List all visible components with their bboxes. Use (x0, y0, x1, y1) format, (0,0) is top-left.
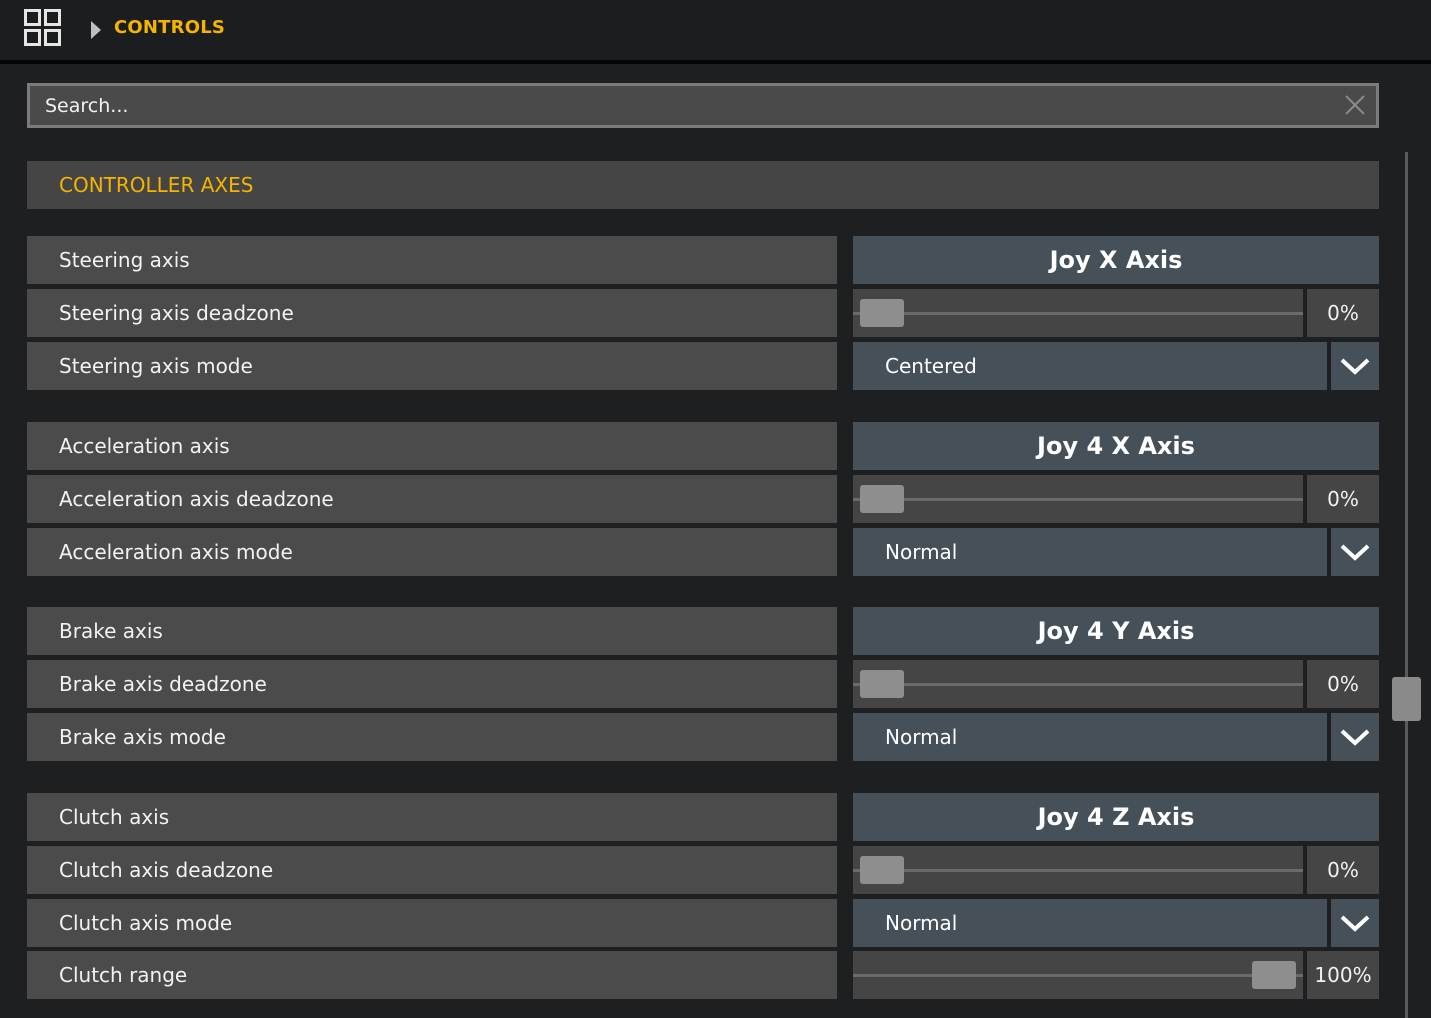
clutch-axis-row: Clutch axis (27, 793, 837, 841)
acceleration-mode-dropdown[interactable]: Normal (853, 528, 1327, 576)
slider-thumb[interactable] (860, 670, 904, 698)
steering-deadzone-slider[interactable] (853, 289, 1303, 337)
row-label: Steering axis deadzone (59, 301, 294, 325)
chevron-down-icon (1340, 358, 1370, 375)
brake-mode-dropdown-toggle[interactable] (1331, 713, 1379, 761)
caret-right-icon (91, 21, 101, 39)
header-divider (0, 60, 1431, 64)
brake-mode-row: Brake axis mode (27, 713, 837, 761)
clutch-mode-row: Clutch axis mode (27, 899, 837, 947)
clutch-deadzone-value: 0% (1307, 846, 1379, 894)
close-icon[interactable] (1344, 94, 1366, 116)
clutch-axis-binding-button[interactable]: Joy 4 Z Axis (853, 793, 1379, 841)
row-label: Acceleration axis mode (59, 540, 293, 564)
row-label: Steering axis mode (59, 354, 253, 378)
section-header: CONTROLLER AXES (27, 161, 1379, 209)
acceleration-deadzone-slider[interactable] (853, 475, 1303, 523)
slider-thumb[interactable] (1252, 961, 1296, 989)
slider-track (853, 312, 1303, 315)
acceleration-deadzone-row: Acceleration axis deadzone (27, 475, 837, 523)
clutch-range-value: 100% (1307, 951, 1379, 999)
row-label: Clutch axis deadzone (59, 858, 274, 882)
slider-track (853, 869, 1303, 872)
clutch-range-slider[interactable] (853, 951, 1303, 999)
steering-mode-dropdown-toggle[interactable] (1331, 342, 1379, 390)
top-bar: CONTROLS (0, 0, 1431, 60)
clutch-mode-dropdown-toggle[interactable] (1331, 899, 1379, 947)
brake-deadzone-row: Brake axis deadzone (27, 660, 837, 708)
steering-mode-dropdown[interactable]: Centered (853, 342, 1327, 390)
dropdown-value: Normal (885, 540, 958, 564)
row-label: Steering axis (59, 248, 190, 272)
slider-thumb[interactable] (860, 299, 904, 327)
brake-deadzone-slider[interactable] (853, 660, 1303, 708)
slider-track (853, 683, 1303, 686)
slider-thumb[interactable] (860, 856, 904, 884)
acceleration-mode-row: Acceleration axis mode (27, 528, 837, 576)
row-label: Clutch axis (59, 805, 170, 829)
scrollbar-track[interactable] (1405, 152, 1408, 1018)
chevron-down-icon (1340, 915, 1370, 932)
steering-deadzone-row: Steering axis deadzone (27, 289, 837, 337)
acceleration-axis-binding-button[interactable]: Joy 4 X Axis (853, 422, 1379, 470)
slider-track (853, 498, 1303, 501)
steering-axis-binding-button[interactable]: Joy X Axis (853, 236, 1379, 284)
row-label: Acceleration axis deadzone (59, 487, 334, 511)
row-label: Clutch range (59, 963, 188, 987)
dropdown-value: Normal (885, 911, 958, 935)
clutch-deadzone-row: Clutch axis deadzone (27, 846, 837, 894)
dropdown-value: Normal (885, 725, 958, 749)
search-input[interactable] (30, 86, 1335, 125)
row-label: Acceleration axis (59, 434, 230, 458)
steering-axis-row: Steering axis (27, 236, 837, 284)
acceleration-axis-row: Acceleration axis (27, 422, 837, 470)
scrollbar-thumb[interactable] (1392, 677, 1421, 721)
grid-icon[interactable] (24, 9, 64, 49)
brake-deadzone-value: 0% (1307, 660, 1379, 708)
acceleration-deadzone-value: 0% (1307, 475, 1379, 523)
search-box (27, 83, 1379, 128)
row-label: Clutch axis mode (59, 911, 233, 935)
acceleration-mode-dropdown-toggle[interactable] (1331, 528, 1379, 576)
clutch-deadzone-slider[interactable] (853, 846, 1303, 894)
dropdown-value: Centered (885, 354, 977, 378)
slider-thumb[interactable] (860, 485, 904, 513)
section-title: CONTROLLER AXES (59, 173, 254, 197)
row-label: Brake axis deadzone (59, 672, 267, 696)
steering-deadzone-value: 0% (1307, 289, 1379, 337)
clutch-range-row: Clutch range (27, 951, 837, 999)
steering-mode-row: Steering axis mode (27, 342, 837, 390)
chevron-down-icon (1340, 729, 1370, 746)
brake-mode-dropdown[interactable]: Normal (853, 713, 1327, 761)
brake-axis-row: Brake axis (27, 607, 837, 655)
chevron-down-icon (1340, 544, 1370, 561)
row-label: Brake axis mode (59, 725, 226, 749)
row-label: Brake axis (59, 619, 163, 643)
clutch-mode-dropdown[interactable]: Normal (853, 899, 1327, 947)
breadcrumb[interactable]: CONTROLS (114, 17, 225, 38)
brake-axis-binding-button[interactable]: Joy 4 Y Axis (853, 607, 1379, 655)
slider-track (853, 974, 1303, 977)
